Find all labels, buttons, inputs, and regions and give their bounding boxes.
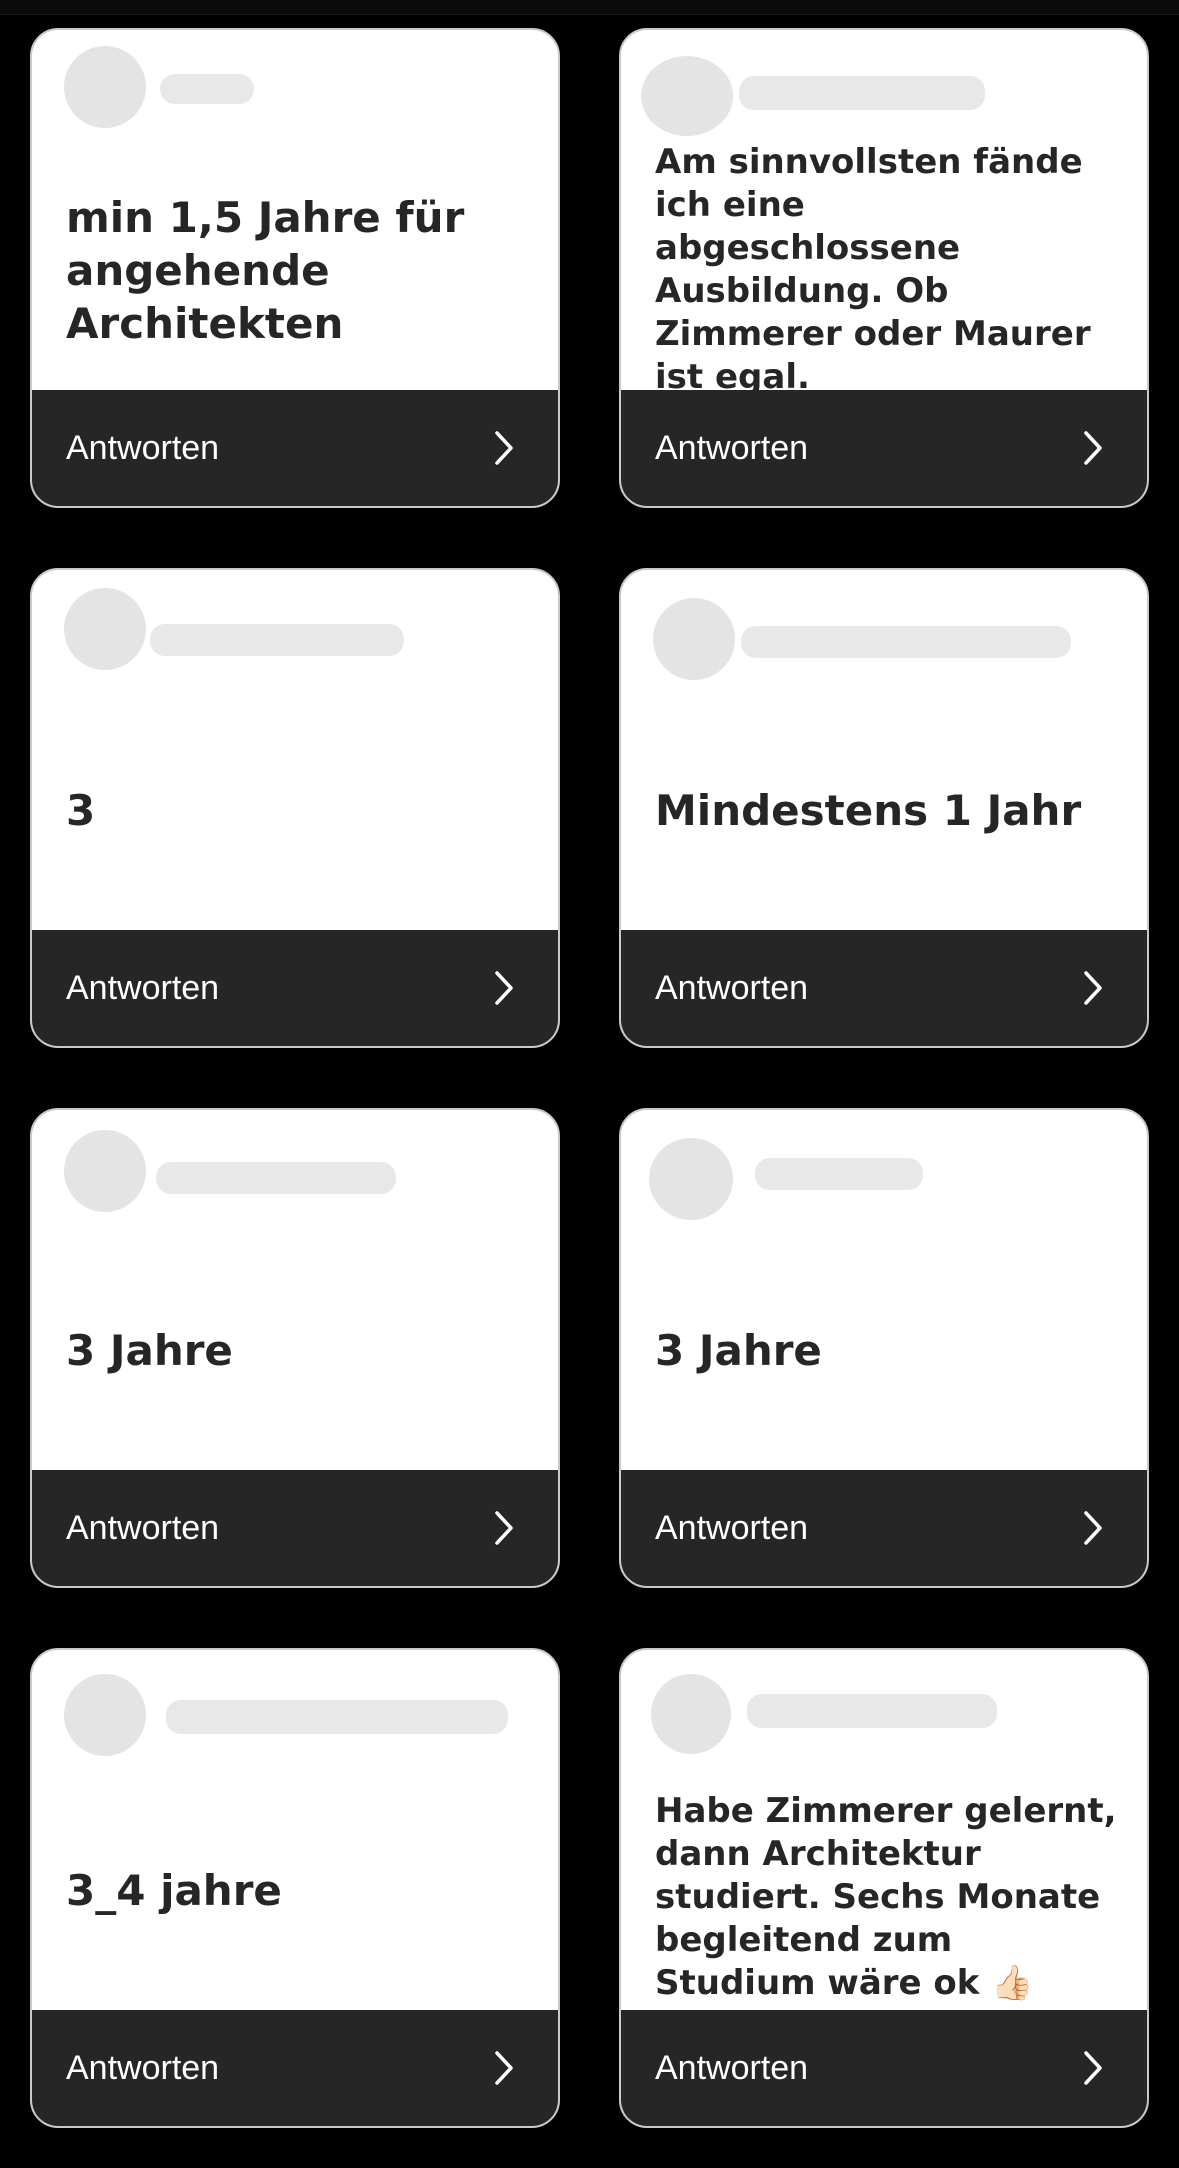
chevron-right-icon — [484, 428, 524, 468]
chevron-right-icon — [1073, 1508, 1113, 1548]
reply-text: Mindestens 1 Jahr — [655, 785, 1082, 835]
reply-card: 3 Antworten — [30, 568, 560, 1048]
reply-card: 3_4 jahre Antworten — [30, 1648, 560, 2128]
avatar[interactable] — [64, 46, 146, 128]
avatar[interactable] — [64, 1674, 146, 1756]
username-redacted[interactable] — [741, 626, 1071, 658]
answer-button[interactable]: Antworten — [621, 390, 1147, 506]
answer-button[interactable]: Antworten — [32, 390, 558, 506]
answer-button-label: Antworten — [66, 1508, 220, 1547]
answer-button-label: Antworten — [655, 2048, 809, 2087]
reply-card-content: 3_4 jahre — [32, 1650, 558, 2010]
username-redacted[interactable] — [160, 74, 254, 104]
chevron-right-icon — [1073, 428, 1113, 468]
reply-card-content: min 1,5 Jahre für angehende Architekten — [32, 30, 558, 390]
chevron-right-icon — [1073, 2048, 1113, 2088]
username-redacted[interactable] — [150, 624, 404, 656]
reply-card: 3 Jahre Antworten — [619, 1108, 1149, 1588]
answer-button[interactable]: Antworten — [32, 930, 558, 1046]
username-redacted[interactable] — [755, 1158, 923, 1190]
reply-card: min 1,5 Jahre für angehende Architekten … — [30, 28, 560, 508]
reply-card: Am sinnvollsten fände ich eine abgeschlo… — [619, 28, 1149, 508]
answer-button-label: Antworten — [66, 428, 220, 467]
chevron-right-icon — [1073, 968, 1113, 1008]
avatar[interactable] — [641, 56, 733, 136]
username-redacted[interactable] — [747, 1694, 997, 1728]
reply-text: 3_4 jahre — [66, 1865, 282, 1915]
reply-card-content: Habe Zimmerer gelernt, dann Architektur … — [621, 1650, 1147, 2010]
answer-button-label: Antworten — [66, 2048, 220, 2087]
username-redacted[interactable] — [739, 76, 985, 110]
chevron-right-icon — [484, 968, 524, 1008]
reply-card: Habe Zimmerer gelernt, dann Architektur … — [619, 1648, 1149, 2128]
answer-button[interactable]: Antworten — [621, 1470, 1147, 1586]
reply-text: 3 Jahre — [655, 1325, 822, 1375]
reply-card-content: Mindestens 1 Jahr — [621, 570, 1147, 930]
reply-text: 3 — [66, 785, 96, 835]
reply-text: Habe Zimmerer gelernt, dann Architektur … — [655, 1790, 1117, 2003]
replies-grid: min 1,5 Jahre für angehende Architekten … — [30, 28, 1149, 2128]
answer-button[interactable]: Antworten — [621, 930, 1147, 1046]
answer-button-label: Antworten — [655, 428, 809, 467]
reply-card-content: 3 Jahre — [621, 1110, 1147, 1470]
reply-card-content: 3 Jahre — [32, 1110, 558, 1470]
username-redacted[interactable] — [166, 1700, 508, 1734]
reply-text: 3 Jahre — [66, 1325, 233, 1375]
answer-button-label: Antworten — [655, 968, 809, 1007]
avatar[interactable] — [64, 1130, 146, 1212]
avatar[interactable] — [653, 598, 735, 680]
answer-button-label: Antworten — [655, 1508, 809, 1547]
avatar[interactable] — [649, 1138, 733, 1220]
answer-button[interactable]: Antworten — [32, 2010, 558, 2126]
status-bar-edge — [0, 0, 1179, 15]
username-redacted[interactable] — [156, 1162, 396, 1194]
reply-card: Mindestens 1 Jahr Antworten — [619, 568, 1149, 1048]
chevron-right-icon — [484, 1508, 524, 1548]
reply-card: 3 Jahre Antworten — [30, 1108, 560, 1588]
avatar[interactable] — [651, 1674, 731, 1754]
reply-text: Am sinnvollsten fände ich eine abgeschlo… — [655, 142, 1091, 397]
avatar[interactable] — [64, 588, 146, 670]
reply-text: min 1,5 Jahre für angehende Architekten — [66, 192, 465, 348]
answer-button[interactable]: Antworten — [621, 2010, 1147, 2126]
reply-card-content: 3 — [32, 570, 558, 930]
answer-button[interactable]: Antworten — [32, 1470, 558, 1586]
answer-button-label: Antworten — [66, 968, 220, 1007]
reply-card-content: Am sinnvollsten fände ich eine abgeschlo… — [621, 30, 1147, 397]
chevron-right-icon — [484, 2048, 524, 2088]
